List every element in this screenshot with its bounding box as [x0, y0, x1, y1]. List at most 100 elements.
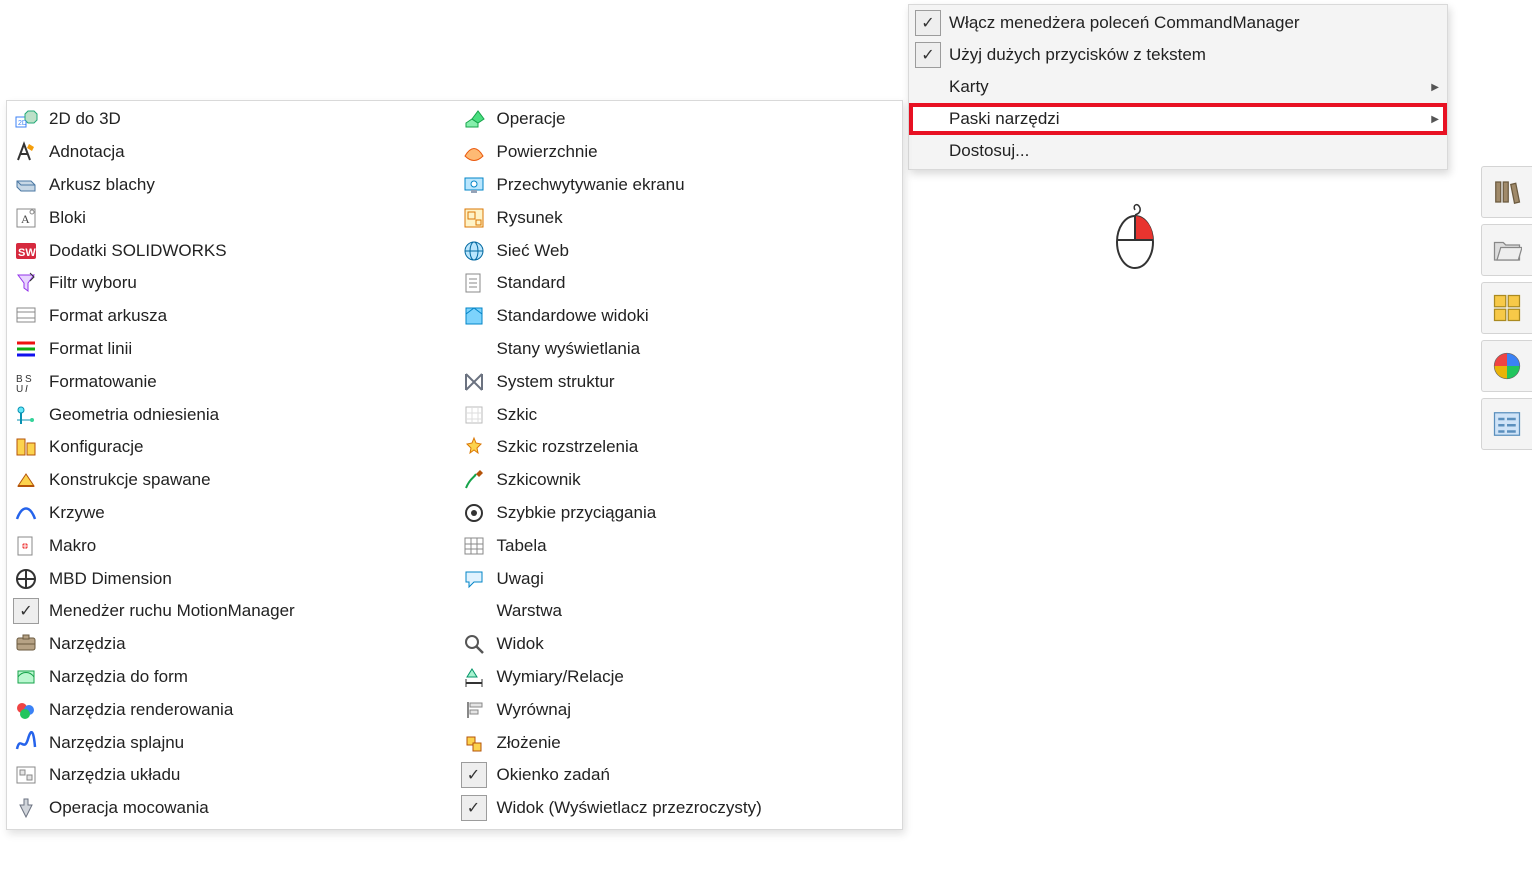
dim-rel-icon: [461, 664, 487, 690]
toolbar-menu-item[interactable]: Wymiary/Relacje: [455, 661, 903, 694]
toolbar-menu-label: Format arkusza: [49, 306, 167, 326]
check-icon: ✓: [13, 598, 39, 624]
toolbar-menu-label: Złożenie: [497, 733, 561, 753]
toolbar-menu-item[interactable]: Uwagi: [455, 562, 903, 595]
toolbar-menu-item[interactable]: Bloki: [7, 201, 455, 234]
toolbar-menu-item[interactable]: Filtr wyboru: [7, 267, 455, 300]
toolbar-menu-label: Widok: [497, 634, 544, 654]
toolbar-menu-label: Narzędzia: [49, 634, 126, 654]
toolbar-menu-label: Makro: [49, 536, 96, 556]
mbd-icon: [13, 566, 39, 592]
toolbar-menu-label: Narzędzia splajnu: [49, 733, 184, 753]
toolbar-menu-item[interactable]: ✓ Menedżer ruchu MotionManager: [7, 595, 455, 628]
toolbar-menu-item[interactable]: ✓Widok (Wyświetlacz przezroczysty): [455, 792, 903, 825]
toolbar-menu-label: Menedżer ruchu MotionManager: [49, 601, 295, 621]
toolbar-menu-label: Geometria odniesienia: [49, 405, 219, 425]
toolbar-menu-item[interactable]: Powierzchnie: [455, 136, 903, 169]
context-menu-item[interactable]: Dostosuj...: [909, 135, 1447, 167]
sketcher-icon: [461, 467, 487, 493]
toolbar-menu-item[interactable]: Narzędzia do form: [7, 661, 455, 694]
toolbar-menu-item[interactable]: Krzywe: [7, 497, 455, 530]
toolbar-menu-item[interactable]: Tabela: [455, 529, 903, 562]
layout-tools-icon: [13, 762, 39, 788]
mouse-cursor-graphic: [1110, 200, 1160, 270]
mold-tools-icon: [13, 664, 39, 690]
sw-logo-icon: [13, 238, 39, 264]
toolbars-submenu: 2D do 3D Adnotacja Arkusz blachy Bloki Dodat…: [6, 100, 903, 830]
context-menu-item[interactable]: Paski narzędzi▶: [909, 103, 1447, 135]
toolbar-menu-label: Szybkie przyciągania: [497, 503, 657, 523]
toolbar-menu-item[interactable]: Konfiguracje: [7, 431, 455, 464]
toolbar-menu-item[interactable]: Wyrównaj: [455, 693, 903, 726]
toolbar-menu-label: Filtr wyboru: [49, 273, 137, 293]
toolbar-menu-item[interactable]: Widok: [455, 628, 903, 661]
toolbar-menu-item[interactable]: MBD Dimension: [7, 562, 455, 595]
toolbar-menu-item[interactable]: Operacja mocowania: [7, 792, 455, 825]
toolbar-menu-item[interactable]: Szkic: [455, 398, 903, 431]
toolbar-menu-item[interactable]: Format arkusza: [7, 300, 455, 333]
task-pane-library[interactable]: [1481, 166, 1532, 218]
toolbar-menu-item[interactable]: 2D do 3D: [7, 103, 455, 136]
context-menu-item[interactable]: ✓Użyj dużych przycisków z tekstem: [909, 39, 1447, 71]
toolbar-menu-label: Sieć Web: [497, 241, 569, 261]
context-menu-item[interactable]: Karty▶: [909, 71, 1447, 103]
toolbar-menu-label: Narzędzia renderowania: [49, 700, 233, 720]
toolbar-menu-label: Konfiguracje: [49, 437, 144, 457]
open-folder-icon: [1492, 235, 1522, 265]
toolbar-menu-item[interactable]: Konstrukcje spawane: [7, 464, 455, 497]
toolbar-menu-label: 2D do 3D: [49, 109, 121, 129]
toolbar-menu-label: Standardowe widoki: [497, 306, 649, 326]
toolbar-menu-label: Tabela: [497, 536, 547, 556]
toolbar-menu-label: Arkusz blachy: [49, 175, 155, 195]
toolbar-menu-label: Wymiary/Relacje: [497, 667, 624, 687]
toolbar-menu-item[interactable]: Geometria odniesienia: [7, 398, 455, 431]
toolbar-menu-item[interactable]: Dodatki SOLIDWORKS: [7, 234, 455, 267]
toolbar-menu-item[interactable]: Szkicownik: [455, 464, 903, 497]
ref-geom-icon: [13, 402, 39, 428]
context-menu-item[interactable]: ✓Włącz menedżera poleceń CommandManager: [909, 7, 1447, 39]
toolbar-menu-item[interactable]: Adnotacja: [7, 136, 455, 169]
context-menu: ✓Włącz menedżera poleceń CommandManager✓…: [908, 4, 1448, 170]
appearances-icon: [1492, 351, 1522, 381]
task-pane-open[interactable]: [1481, 224, 1532, 276]
toolbar-menu-item[interactable]: Złożenie: [455, 726, 903, 759]
check-icon: ✓: [461, 795, 487, 821]
std-views-icon: [461, 303, 487, 329]
weldments-icon: [13, 467, 39, 493]
toolbar-menu-label: Dodatki SOLIDWORKS: [49, 241, 227, 261]
toolbar-menu-item[interactable]: Narzędzia układu: [7, 759, 455, 792]
render-tools-icon: [13, 697, 39, 723]
toolbar-menu-item[interactable]: Stany wyświetlania: [455, 333, 903, 366]
web-icon: [461, 238, 487, 264]
toolbar-menu-item[interactable]: Standard: [455, 267, 903, 300]
toolbar-menu-item[interactable]: Formatowanie: [7, 365, 455, 398]
toolbar-menu-item[interactable]: Szybkie przyciągania: [455, 497, 903, 530]
surfaces-icon: [461, 139, 487, 165]
toolbar-menu-label: Operacja mocowania: [49, 798, 209, 818]
toolbar-menu-item[interactable]: Arkusz blachy: [7, 169, 455, 202]
toolbar-menu-item[interactable]: Operacje: [455, 103, 903, 136]
tools-icon: [13, 631, 39, 657]
toolbar-menu-item[interactable]: Format linii: [7, 333, 455, 366]
toolbar-menu-item[interactable]: System struktur: [455, 365, 903, 398]
toolbar-menu-label: Powierzchnie: [497, 142, 598, 162]
toolbar-menu-item[interactable]: Narzędzia splajnu: [7, 726, 455, 759]
task-pane-palette[interactable]: [1481, 282, 1532, 334]
toolbar-menu-item[interactable]: Rysunek: [455, 201, 903, 234]
toolbar-menu-label: Przechwytywanie ekranu: [497, 175, 685, 195]
toolbar-menu-item[interactable]: Narzędzia renderowania: [7, 693, 455, 726]
toolbar-menu-label: Adnotacja: [49, 142, 125, 162]
screen-capture-icon: [461, 172, 487, 198]
toolbar-menu-label: Narzędzia do form: [49, 667, 188, 687]
toolbar-menu-label: Stany wyświetlania: [497, 339, 641, 359]
toolbar-menu-item[interactable]: Warstwa: [455, 595, 903, 628]
toolbar-menu-item[interactable]: Sieć Web: [455, 234, 903, 267]
toolbar-menu-item[interactable]: Narzędzia: [7, 628, 455, 661]
toolbar-menu-item[interactable]: Przechwytywanie ekranu: [455, 169, 903, 202]
toolbar-menu-item[interactable]: Szkic rozstrzelenia: [455, 431, 903, 464]
task-pane-appearances[interactable]: [1481, 340, 1532, 392]
toolbar-menu-item[interactable]: ✓Okienko zadań: [455, 759, 903, 792]
toolbar-menu-item[interactable]: Makro: [7, 529, 455, 562]
toolbar-menu-item[interactable]: Standardowe widoki: [455, 300, 903, 333]
task-pane-properties[interactable]: [1481, 398, 1532, 450]
